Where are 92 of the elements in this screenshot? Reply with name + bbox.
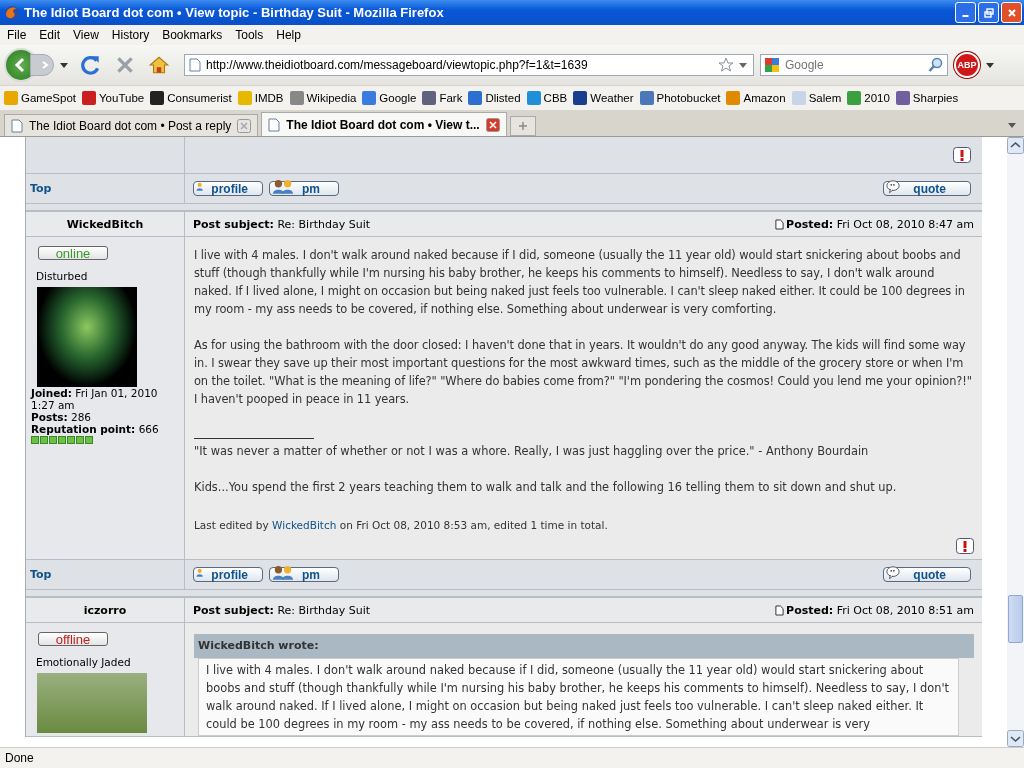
minimize-icon — [962, 15, 969, 17]
scroll-down-icon[interactable] — [1007, 730, 1024, 747]
bookmark-item[interactable]: Dlisted — [468, 91, 521, 105]
dropdown-caret-icon[interactable] — [739, 62, 747, 68]
bookmark-item[interactable]: Consumerist — [150, 91, 232, 105]
plus-icon — [517, 121, 528, 131]
private-message-button[interactable]: pm — [269, 181, 339, 196]
browser-logo-icon — [4, 4, 20, 21]
private-message-button[interactable]: pm — [269, 567, 339, 582]
post-icon — [775, 604, 785, 616]
bookmark-item[interactable]: CBB — [526, 91, 568, 105]
signature-line: "It was never a matter of whether or not I was a whore. Really, I was just haggling over the price." - Anthony Bourdain — [194, 443, 870, 460]
post-count: Posts: 286 — [31, 411, 93, 423]
profile-button[interactable]: profile — [193, 181, 263, 196]
bookmark-item[interactable]: Google — [362, 91, 417, 105]
user-link[interactable]: WickedBitch — [272, 519, 337, 531]
join-date: Joined: Fri Jan 01, 2010 1:27 am — [31, 387, 159, 411]
close-icon — [1006, 7, 1017, 18]
menu-item[interactable]: File — [2, 28, 35, 42]
user-rank: Emotionally Jaded — [36, 656, 131, 668]
menu-item[interactable]: View — [68, 28, 107, 42]
bookmark-item[interactable]: 2010 — [847, 91, 890, 105]
online-status-badge: online — [38, 246, 108, 260]
speech-bubble-icon — [886, 179, 900, 194]
status-text: Done — [5, 751, 34, 765]
close-button[interactable] — [1001, 2, 1022, 23]
browser-tab[interactable]: The Idiot Board dot com • Post a reply — [4, 114, 259, 136]
bookmark-item[interactable]: YouTube — [82, 91, 145, 105]
reload-icon[interactable] — [80, 54, 102, 76]
quoted-text: I live with 4 males. I don't walk around naked because if I did, someone (usually the 11 year old) would start snickering about boobs and stuff (though thankfully while I'm nursing his baby brother, he keeps his comments to himself). Needless to say, I don't walk around naked. If I lived alone, I might on occasion but being naked just feels too vulnerable. I can't sleep naked either. It could be 100 degrees in my room - my ass needs to be covered, if nothing else. Something about underwear is very — [198, 658, 959, 736]
top-link[interactable]: Top — [30, 568, 52, 581]
address-field[interactable]: http://www.theidiotboard.com/messageboard/viewtopic.php?f=1&t=1639 — [184, 54, 754, 76]
author-name: WickedBitch — [26, 212, 185, 236]
scroll-up-icon[interactable] — [1007, 137, 1024, 154]
minimize-button[interactable] — [955, 2, 976, 23]
adblock-button[interactable]: ABP — [954, 52, 980, 78]
post-paragraph: I live with 4 males. I don't walk around naked because if I did, someone (usually the 11 year old) would start snickering about boobs and stuff (though thankfully while I'm nursing his baby brother, he keeps his comments to himself). Needless to say, I don't walk around naked. If I lived alone, I might on occasion but being naked just feels too vulnerable. I can't sleep naked either. It could be 100 degrees in my room - my ass needs to be covered, if nothing else. Something about underwear is very comforting. — [194, 247, 966, 318]
bookmark-item[interactable]: GameSpot — [4, 91, 76, 105]
signature-line: Kids...You spend the first 2 years teaching them to walk and talk and the following 16 telling them to sit down and shut up. — [194, 479, 898, 496]
page-icon — [189, 58, 201, 72]
restore-icon — [983, 7, 994, 18]
report-icon[interactable] — [953, 147, 971, 163]
post-subject: Post subject: Re: Birthday Suit — [193, 603, 370, 617]
tab-close-icon[interactable] — [485, 117, 500, 132]
quote-heading: WickedBitch wrote: — [194, 634, 974, 658]
page-icon — [268, 117, 281, 132]
reputation-points: Reputation point: 666 — [31, 423, 160, 435]
tab-list-caret-icon[interactable] — [1008, 123, 1016, 128]
two-people-icon — [272, 179, 294, 194]
scroll-thumb[interactable] — [1008, 595, 1023, 643]
menu-item[interactable]: Bookmarks — [157, 28, 231, 42]
post-date: Posted: Fri Oct 08, 2010 8:51 am — [786, 603, 974, 617]
bookmark-item[interactable]: Weather — [573, 91, 634, 105]
author-name: iczorro — [26, 598, 185, 622]
stop-icon[interactable] — [114, 54, 136, 76]
dropdown-caret-icon[interactable] — [60, 62, 68, 68]
window-title: The Idiot Board dot com • View topic - Birthday Suit - Mozilla Firefox — [24, 5, 445, 20]
search-field[interactable]: Google — [760, 54, 948, 76]
menu-item[interactable]: Tools — [230, 28, 272, 42]
search-engine-icon[interactable] — [764, 57, 780, 73]
menu-item[interactable]: Help — [271, 28, 309, 42]
maximize-button[interactable] — [978, 2, 999, 23]
browser-tab[interactable]: The Idiot Board dot com • View t... — [261, 112, 507, 136]
dropdown-caret-icon[interactable] — [986, 62, 994, 68]
bookmark-item[interactable]: Sharpies — [895, 91, 959, 105]
menu-item[interactable]: History — [106, 28, 158, 42]
bookmark-item[interactable]: Photobucket — [639, 91, 721, 105]
page-icon — [11, 118, 23, 133]
bookmark-item[interactable]: Salem — [791, 91, 842, 105]
bookmark-item[interactable]: Wikipedia — [289, 91, 357, 105]
speech-bubble-icon — [886, 565, 900, 580]
post-subject: Post subject: Re: Birthday Suit — [193, 217, 370, 231]
edit-note: Last edited by WickedBitch on Fri Oct 08, 2010 8:53 am, edited 1 time in total. — [194, 518, 609, 533]
post-paragraph: As for using the bathroom with the door closed: I haven't done that in years. It wouldn't do any good anyway. The kids will find some way in. I swear they save up their most important questions for the most awkward times, such as the middle of the grocery store or when I'm on the toilet. "What is the meaning of life?" "Where do babies come from?" "I'm pondering the cosmos! Could you lend me your opinion?!" I haven't pooped in peace in 11 years. — [194, 337, 973, 408]
search-icon[interactable] — [928, 57, 944, 73]
quote-button[interactable]: quote — [883, 181, 971, 196]
profile-button[interactable]: profile — [193, 567, 263, 582]
post-date: Posted: Fri Oct 08, 2010 8:47 am — [786, 217, 974, 231]
vertical-scrollbar[interactable] — [1007, 137, 1024, 747]
star-icon[interactable] — [718, 57, 734, 73]
top-link[interactable]: Top — [30, 182, 52, 195]
home-icon[interactable] — [148, 54, 170, 76]
user-rank: Disturbed — [36, 270, 88, 282]
bookmark-item[interactable]: Amazon — [726, 91, 786, 105]
online-status-badge: offline — [38, 632, 108, 646]
bookmark-item[interactable]: Fark — [422, 91, 463, 105]
report-icon[interactable] — [956, 538, 974, 554]
post-icon — [775, 218, 785, 230]
two-people-icon — [272, 565, 294, 580]
quote-button[interactable]: quote — [883, 567, 971, 582]
bookmark-item[interactable]: IMDB — [237, 91, 284, 105]
menu-item[interactable]: Edit — [34, 28, 69, 42]
